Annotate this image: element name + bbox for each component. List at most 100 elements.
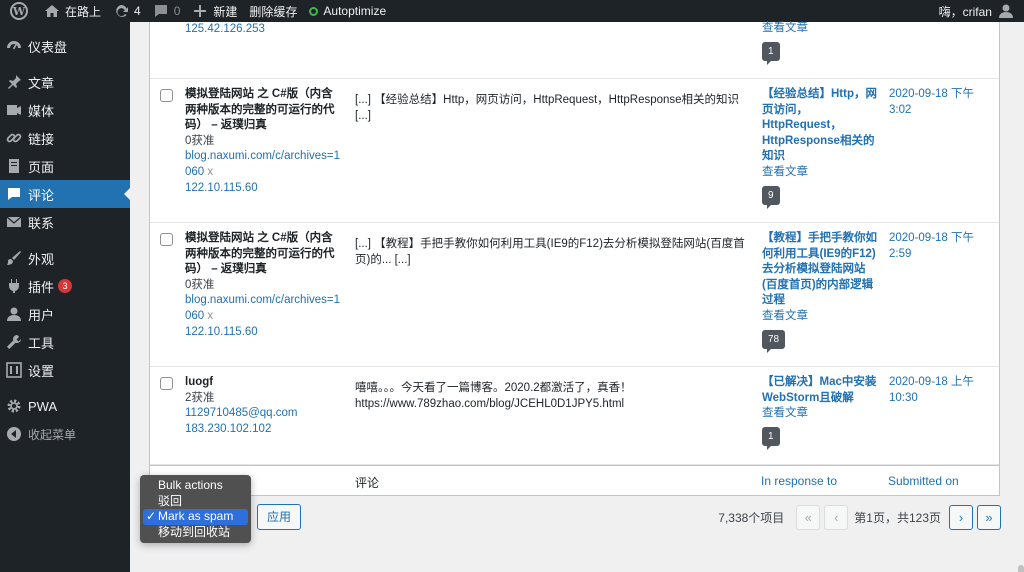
author-ip-link[interactable]: 125.42.126.253 [185,23,265,35]
author-url-link[interactable]: blog.naxumi.com/c/archives=1 060 x [185,294,340,322]
dashboard-icon [6,38,22,54]
plugin-icon [6,278,22,294]
sidebar-item-pages[interactable]: 页面 [0,152,130,180]
bulk-option-unapprove[interactable]: 驳回 [140,494,251,510]
response-post-link[interactable]: 【教程】手把手教你如何利用工具(IE9的F12)去分析模拟登陆网站(百度首页)的… [762,232,877,306]
column-header-comment: 评论 [355,476,380,490]
bulk-option-spam[interactable]: ✓ Mark as spam [143,509,248,525]
comment-url-text: https://www.789zhao.com/blog/JCEHL0D1JPY… [355,397,625,410]
view-post-link[interactable]: 查看文章 [762,310,808,322]
home-icon [45,5,59,17]
sidebar-item-plugins[interactable]: 插件 3 [0,272,130,300]
sidebar-item-posts[interactable]: 文章 [0,68,130,96]
row-checkbox[interactable] [160,233,173,246]
sidebar-item-dashboard[interactable]: 仪表盘 [0,32,130,60]
wordpress-logo-icon[interactable]: W [0,0,38,22]
comment-author-name[interactable]: 模拟登陆网站 之 C#版（内含两种版本的完整的可运行的代码） – 返璞归真 [185,87,340,134]
comment-author-name[interactable]: luogf [185,375,340,391]
pin-icon [6,74,22,90]
sidebar-item-tools[interactable]: 工具 [0,328,130,356]
gear-icon [6,398,22,414]
sidebar-item-users[interactable]: 用户 [0,300,130,328]
site-name-link[interactable]: 在路上 [38,0,107,22]
author-url-link[interactable]: blog.naxumi.com/c/archives=1 060 x [185,150,340,178]
user-icon [6,306,22,322]
envelope-icon [6,214,22,230]
sidebar-item-comments[interactable]: 评论 [0,180,131,208]
author-ip-link[interactable]: 122.10.115.60 [185,182,258,194]
column-header-submitted[interactable]: Submitted on [888,474,959,488]
pagination: 7,338个项目 « ‹ 第1页，共123页 › » [718,505,1001,530]
comment-text: [...] 【教程】手把手教你如何利用工具(IE9的F12)去分析模拟登陆网站(… [355,238,745,266]
view-post-link[interactable]: 查看文章 [762,407,808,419]
autoptimize-link[interactable]: Autoptimize [303,0,392,22]
sidebar-item-contact[interactable]: 联系 [0,208,130,236]
next-page-button[interactable]: › [949,505,973,530]
sidebar-item-settings[interactable]: 设置 [0,356,130,384]
first-page-button: « [796,505,821,530]
main-content: 125.42.126.253 查看文章 1 模拟登陆网站 之 C#版（内含两种版… [130,22,1024,572]
plus-icon [194,5,207,17]
comment-count-bubble[interactable]: 1 [762,426,780,450]
media-icon [6,102,22,118]
comment-count-bubble[interactable]: 78 [762,329,786,353]
new-content-link[interactable]: 新建 [186,0,243,22]
submitted-date-link[interactable]: 2020-09-18 上午10:30 [889,375,989,406]
bulk-option-trash[interactable]: 移动到回收站 [140,525,251,541]
updates-icon [116,4,129,17]
author-ip-link[interactable]: 183.230.102.102 [185,423,271,435]
comment-count-bubble[interactable]: 1 [762,41,780,65]
sidebar-item-pwa[interactable]: PWA [0,392,130,420]
table-row: 模拟登陆网站 之 C#版（内含两种版本的完整的可运行的代码） – 返璞归真 0获… [150,223,999,367]
table-row: 125.42.126.253 查看文章 1 [150,22,999,79]
scrollbar[interactable] [1018,565,1024,572]
comment-author-name[interactable]: 模拟登陆网站 之 C#版（内含两种版本的完整的可运行的代码） – 返璞归真 [185,231,340,278]
bulk-option-default[interactable]: Bulk actions [140,478,251,494]
sidebar-item-media[interactable]: 媒体 [0,96,130,124]
admin-sidebar: 仪表盘 文章 媒体 链接 页面 评论 联系 外观 插件 3 用户 工具 设置 P… [0,22,131,572]
admin-bar: W 在路上 4 0 新建 删除缓存 Autoptimize 嗨，crifan [0,0,1024,22]
sidebar-item-appearance[interactable]: 外观 [0,244,130,272]
row-checkbox[interactable] [160,89,173,102]
page-indicator: 第1页，共123页 [854,511,941,525]
settings-icon [6,362,22,378]
submitted-date-link[interactable]: 2020-09-18 下午2:59 [889,231,989,262]
approved-count: 0获准 [185,278,215,291]
table-row: 模拟登陆网站 之 C#版（内含两种版本的完整的可运行的代码） – 返璞归真 0获… [150,79,999,223]
updates-link[interactable]: 4 [107,0,147,22]
clear-cache-link[interactable]: 删除缓存 [243,0,303,22]
table-footer-header: 评论 In response to Submitted on [150,465,999,495]
comment-icon [6,186,22,202]
comment-text: [...] 【经验总结】Http，网页访问，HttpRequest，HttpRe… [355,94,740,122]
apply-button[interactable]: 应用 [257,504,302,530]
comment-text: 嘻嘻。。。今天看了一篇博客。2020.2都激活了，真香！ [355,382,632,394]
link-icon [6,130,22,146]
view-post-link[interactable]: 查看文章 [762,166,808,178]
sidebar-item-links[interactable]: 链接 [0,124,130,152]
checkmark-icon: ✓ [146,509,157,523]
row-checkbox[interactable] [160,377,173,390]
last-page-button[interactable]: » [977,505,1001,530]
status-circle-icon [309,6,319,16]
comment-count-bubble[interactable]: 9 [762,185,780,209]
paintbrush-icon [6,250,22,266]
prev-page-button: ‹ [824,505,849,530]
comments-link[interactable]: 0 [147,0,187,22]
wrench-icon [6,334,22,350]
response-post-link[interactable]: 【已解决】Mac中安装WebStorm且破解 [762,376,876,404]
column-header-response[interactable]: In response to [761,474,837,488]
comments-table: 125.42.126.253 查看文章 1 模拟登陆网站 之 C#版（内含两种版… [149,22,1000,496]
user-avatar-icon [999,4,1013,18]
submitted-date-link[interactable]: 2020-09-18 下午3:02 [889,87,989,118]
view-post-link[interactable]: 查看文章 [762,22,808,34]
approved-count: 0获准 [185,134,215,147]
author-ip-link[interactable]: 122.10.115.60 [185,326,258,338]
page-icon [6,158,22,174]
sidebar-collapse-menu[interactable]: 收起菜单 [0,420,130,448]
bulk-actions-dropdown[interactable]: Bulk actions 驳回 ✓ Mark as spam 移动到回收站 [140,475,251,543]
author-email-link[interactable]: 1129710485@qq.com [185,407,298,419]
approved-count: 2获准 [185,391,215,404]
my-account-link[interactable]: 嗨，crifan [933,0,1024,22]
collapse-icon [6,426,22,442]
response-post-link[interactable]: 【经验总结】Http，网页访问，HttpRequest，HttpResponse… [762,88,877,162]
